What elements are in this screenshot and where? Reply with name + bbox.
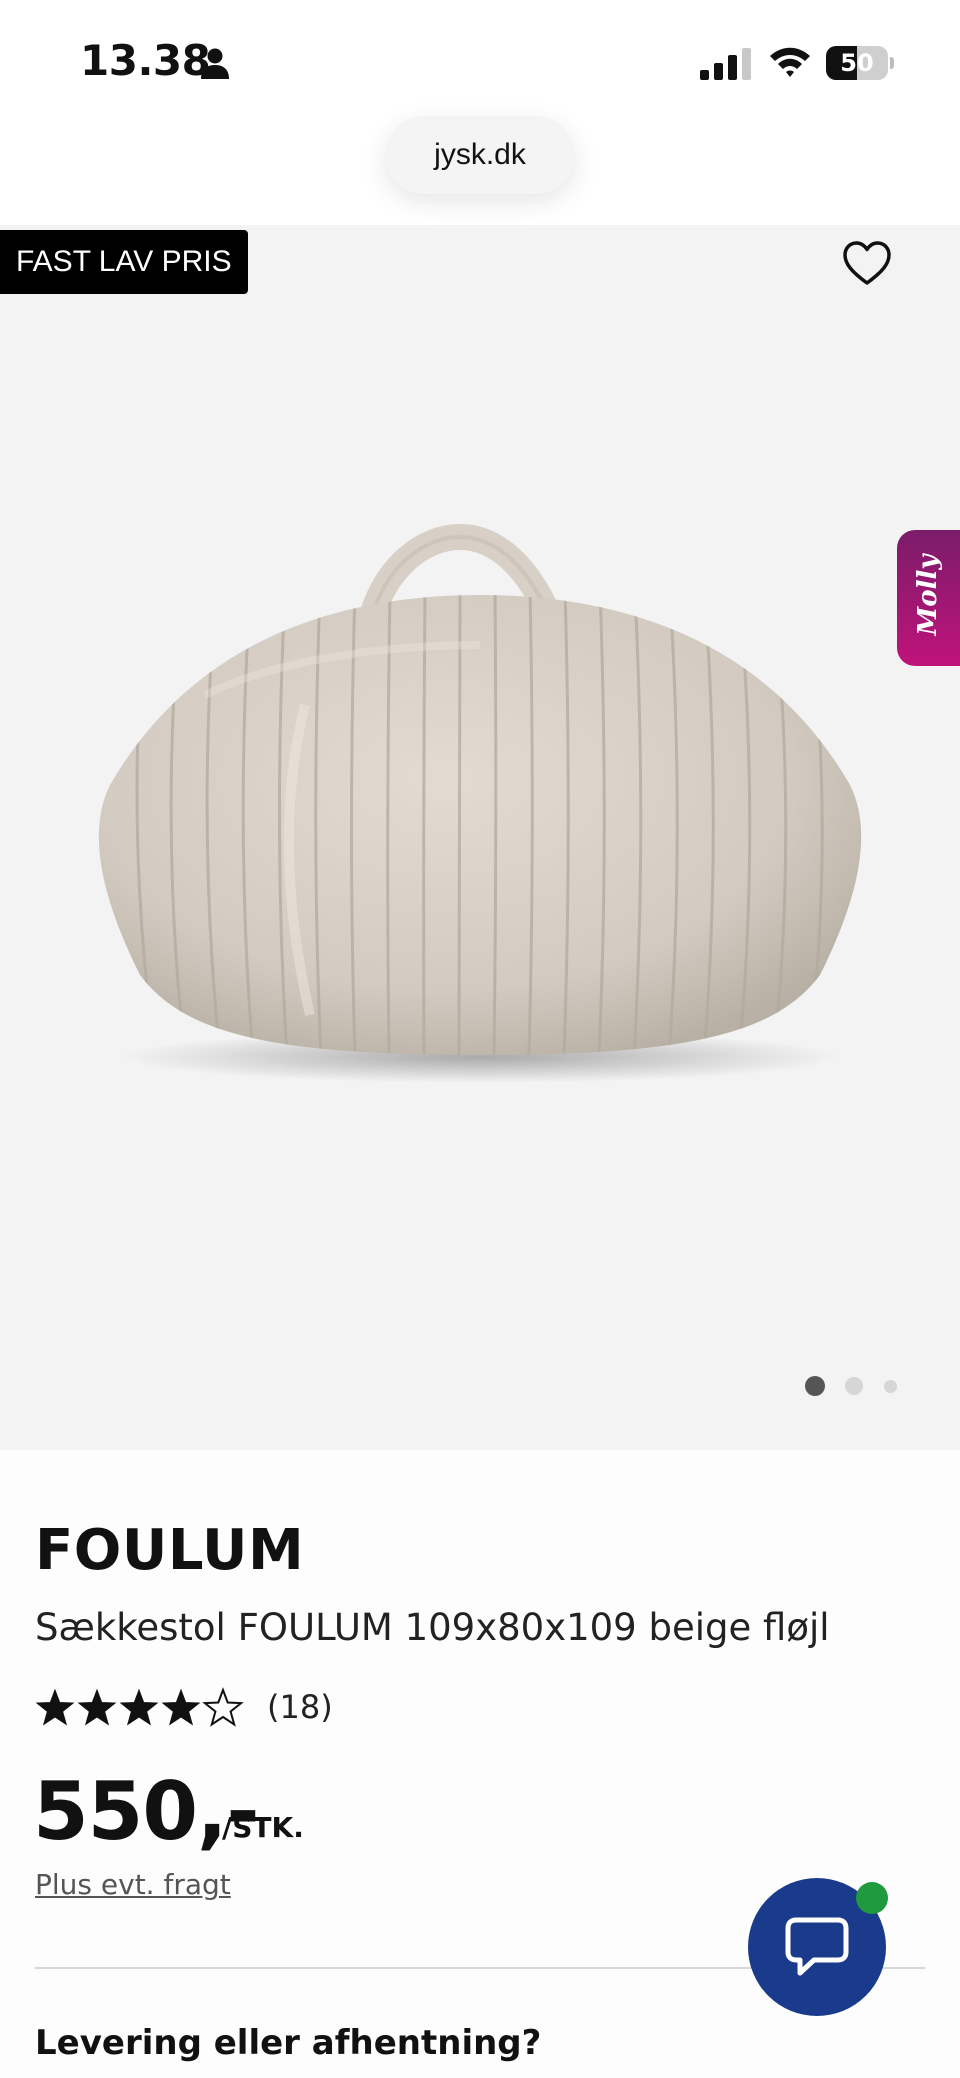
price-unit: /STK. xyxy=(222,1811,304,1844)
carousel-dot[interactable] xyxy=(884,1379,897,1393)
molly-assistant-tab[interactable]: Molly xyxy=(897,530,960,666)
battery-level: 50 xyxy=(840,49,874,77)
status-time: 13.38 xyxy=(80,36,211,85)
product-image-carousel[interactable]: FAST LAV PRIS Molly xyxy=(0,225,960,1450)
shipping-note-link[interactable]: Plus evt. fragt xyxy=(35,1868,231,1901)
star-icon-filled xyxy=(77,1688,117,1726)
star-icon-empty xyxy=(202,1687,244,1727)
online-indicator xyxy=(856,1882,888,1914)
star-icon-filled xyxy=(161,1688,201,1726)
product-image xyxy=(98,523,862,1083)
chat-button[interactable] xyxy=(748,1878,888,2016)
delivery-heading[interactable]: Levering eller afhentning? xyxy=(35,2023,541,2063)
chat-bubble-icon xyxy=(785,1917,849,1976)
star-icon-filled xyxy=(35,1688,75,1726)
molly-label: Molly xyxy=(913,554,943,636)
star-icon-filled xyxy=(119,1688,159,1726)
promo-badge: FAST LAV PRIS xyxy=(0,230,248,294)
carousel-dot[interactable] xyxy=(805,1376,825,1396)
product-name: Sækkestol FOULUM 109x80x109 beige fløjl xyxy=(35,1606,830,1649)
signal-icon xyxy=(700,48,751,80)
rating-stars xyxy=(35,1687,244,1727)
battery-icon: 50 xyxy=(826,46,894,80)
wifi-icon xyxy=(770,47,810,77)
review-count[interactable]: (18) xyxy=(267,1688,333,1726)
url-display[interactable]: jysk.dk xyxy=(385,116,575,194)
product-rating[interactable]: (18) xyxy=(35,1684,355,1734)
status-bar: 13.38 50 xyxy=(0,0,960,110)
carousel-dot[interactable] xyxy=(845,1377,863,1395)
product-brand: FOULUM xyxy=(35,1518,305,1583)
heart-icon[interactable] xyxy=(842,239,892,289)
person-icon xyxy=(201,48,229,79)
browser-url-bar: jysk.dk xyxy=(0,110,960,225)
